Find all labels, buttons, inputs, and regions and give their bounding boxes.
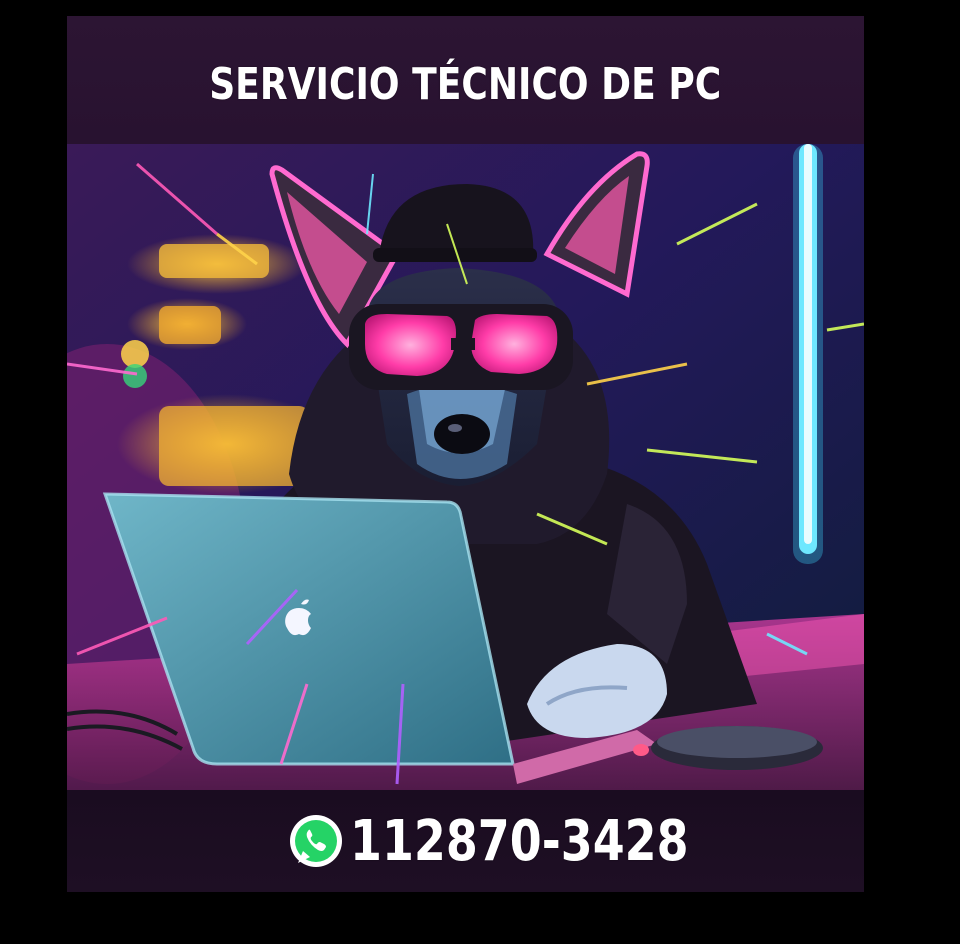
phone-number[interactable]: 112870-3428 — [350, 809, 689, 874]
hero-image — [67, 144, 864, 790]
flyer-card: SERVICIO TÉCNICO DE PC 112870-3428 — [67, 16, 864, 892]
flyer-title: SERVICIO TÉCNICO DE PC — [209, 58, 722, 110]
contact-banner: 112870-3428 — [67, 790, 864, 892]
dog-laptop-illustration — [67, 144, 864, 790]
title-banner: SERVICIO TÉCNICO DE PC — [67, 16, 864, 144]
whatsapp-icon — [289, 815, 342, 867]
contact-row[interactable]: 112870-3428 — [288, 809, 689, 874]
